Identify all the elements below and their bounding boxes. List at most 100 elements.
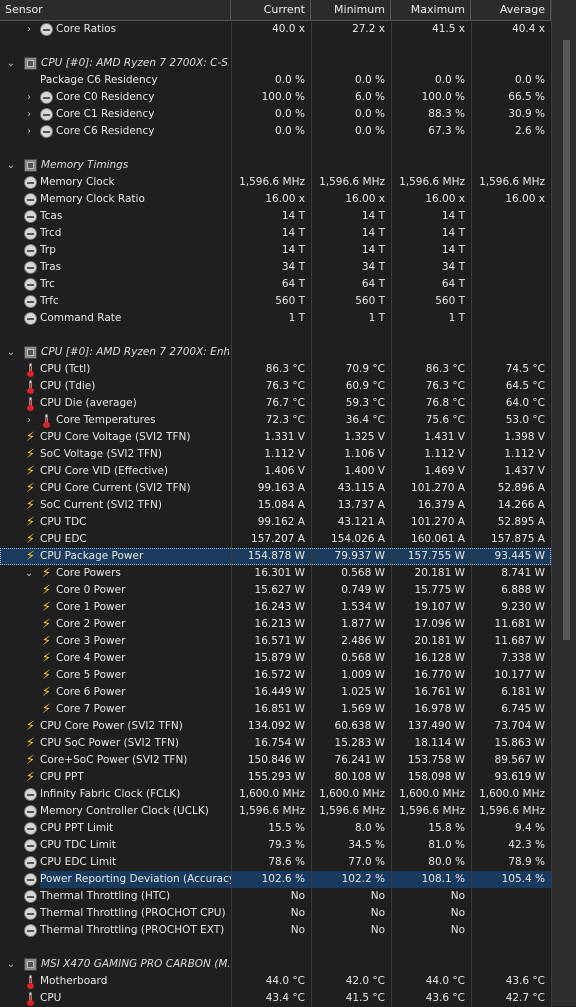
sensor-row[interactable]: Memory Controller Clock (UCLK) 1,596.6 MH…: [0, 803, 552, 820]
sensor-row[interactable]: › Core Ratios 40.0 x 27.2 x 41.5 x 40.4 x: [0, 21, 552, 38]
sensor-row[interactable]: Power Reporting Deviation (Accuracy) 102.…: [0, 871, 552, 888]
sensor-row[interactable]: ⚡ CPU Core Voltage (SVI2 TFN) 1.331 V 1.325…: [0, 429, 552, 446]
minimum-value: 1,596.6 MHz: [319, 805, 385, 817]
maximum-value: 160.061 A: [411, 533, 465, 545]
clock-icon: [40, 23, 53, 36]
expand-chevron-icon[interactable]: ›: [24, 89, 34, 106]
header-sensor[interactable]: Sensor: [0, 0, 231, 20]
sensor-row[interactable]: ⚡ CPU Core Power (SVI2 TFN) 134.092 W 60.63…: [0, 718, 552, 735]
sensor-row[interactable]: Command Rate 1 T 1 T 1 T: [0, 310, 552, 327]
minimum-value: 0.0 %: [354, 108, 385, 120]
average-value: 40.4 x: [512, 23, 545, 35]
header-current[interactable]: Current: [231, 0, 311, 20]
sensor-row[interactable]: Memory Clock 1,596.6 MHz 1,596.6 MHz 1,596.…: [0, 174, 552, 191]
sensor-row[interactable]: Memory Clock Ratio 16.00 x 16.00 x 16.00 x 1…: [0, 191, 552, 208]
sensor-row[interactable]: CPU EDC Limit 78.6 % 77.0 % 80.0 % 78.9 %: [0, 854, 552, 871]
sensor-row[interactable]: CPU TDC Limit 79.3 % 34.5 % 81.0 % 42.3 %: [0, 837, 552, 854]
sensor-row[interactable]: ⚡ Core 7 Power 16.851 W 1.569 W 16.978 W 6.74…: [0, 701, 552, 718]
sensor-row[interactable]: CPU 43.4 °C 41.5 °C 43.6 °C 42.7 °C: [0, 990, 552, 1007]
sensor-row[interactable]: ⚡ SoC Voltage (SVI2 TFN) 1.112 V 1.106 V 1.1…: [0, 446, 552, 463]
thermometer-icon: [27, 992, 34, 1006]
sensor-row[interactable]: CPU Die (average) 76.7 °C 59.3 °C 76.8 °C 64…: [0, 395, 552, 412]
column-divider: [391, 157, 392, 174]
sensor-row[interactable]: Motherboard 44.0 °C 42.0 °C 44.0 °C 43.6 °C: [0, 973, 552, 990]
expand-chevron-icon[interactable]: ›: [24, 123, 34, 140]
sensor-label: Tcas: [40, 210, 63, 222]
lightning-bolt-icon: ⚡: [41, 566, 52, 581]
sensor-row[interactable]: › Core C0 Residency 100.0 % 6.0 % 100.0 % 66.…: [0, 89, 552, 106]
collapse-chevron-icon[interactable]: ⌄: [6, 157, 16, 174]
sensor-row[interactable]: ⚡ Core 0 Power 15.627 W 0.749 W 15.775 W 6.88…: [0, 582, 552, 599]
sensor-row[interactable]: ⚡ SoC Current (SVI2 TFN) 15.084 A 13.737 A 1…: [0, 497, 552, 514]
collapse-chevron-icon[interactable]: ⌄: [24, 565, 34, 582]
header-average[interactable]: Average: [471, 0, 551, 20]
current-value: 16.301 W: [254, 567, 305, 579]
minimum-value: 59.3 °C: [345, 397, 385, 409]
sensor-row[interactable]: ⚡ Core 1 Power 16.243 W 1.534 W 19.107 W 9.23…: [0, 599, 552, 616]
sensor-row[interactable]: ⚡ Core 3 Power 16.571 W 2.486 W 20.181 W 11.6…: [0, 633, 552, 650]
maximum-value: 153.758 W: [407, 754, 465, 766]
sensor-row[interactable]: CPU (Tctl) 86.3 °C 70.9 °C 86.3 °C 74.5 °C: [0, 361, 552, 378]
average-value: 52.896 A: [497, 482, 545, 494]
average-value: 10.177 W: [494, 669, 545, 681]
sensor-row[interactable]: › Core Temperatures 72.3 °C 36.4 °C 75.6 °C 5…: [0, 412, 552, 429]
average-value: [472, 310, 551, 327]
sensor-row[interactable]: CPU (Tdie) 76.3 °C 60.9 °C 76.3 °C 64.5 °C: [0, 378, 552, 395]
sensor-row[interactable]: Package C6 Residency 0.0 % 0.0 % 0.0 % 0.0 %: [0, 72, 552, 89]
sensor-row[interactable]: Infinity Fabric Clock (FCLK) 1,600.0 MHz 1…: [0, 786, 552, 803]
scrollbar-thumb[interactable]: [563, 40, 570, 640]
sensor-row[interactable]: ⚡ CPU Package Power 154.878 W 79.937 W 157.7…: [0, 548, 552, 565]
sensor-row[interactable]: › Core C6 Residency 0.0 % 0.0 % 67.3 % 2.6 %: [0, 123, 552, 140]
current-value: 14 T: [281, 210, 305, 222]
group-row[interactable]: ⌄ MSI X470 GAMING PRO CARBON (M...: [0, 956, 552, 973]
group-row[interactable]: ⌄ Memory Timings: [0, 157, 552, 174]
collapse-chevron-icon[interactable]: ⌄: [6, 55, 16, 72]
sensor-row[interactable]: CPU PPT Limit 15.5 % 8.0 % 15.8 % 9.4 %: [0, 820, 552, 837]
sensor-row[interactable]: ⚡ Core 2 Power 16.213 W 1.877 W 17.096 W 11.6…: [0, 616, 552, 633]
sensor-row[interactable]: ⚡ CPU EDC 157.207 A 154.026 A 160.061 A 157.8…: [0, 531, 552, 548]
maximum-value: 560 T: [435, 295, 465, 307]
expand-chevron-icon[interactable]: ›: [24, 412, 34, 429]
sensor-row[interactable]: ⚡ Core 5 Power 16.572 W 1.009 W 16.770 W 10.1…: [0, 667, 552, 684]
average-value: 1.398 V: [504, 431, 545, 443]
sensor-row[interactable]: ⚡ CPU TDC 99.162 A 43.121 A 101.270 A 52.895 …: [0, 514, 552, 531]
expand-chevron-icon[interactable]: ›: [24, 106, 34, 123]
sensor-row[interactable]: Tcas 14 T 14 T 14 T: [0, 208, 552, 225]
maximum-value: 15.8 %: [428, 822, 465, 834]
collapse-chevron-icon[interactable]: ⌄: [6, 956, 16, 973]
sensor-row[interactable]: ⚡ Core 4 Power 15.879 W 0.568 W 16.128 W 7.33…: [0, 650, 552, 667]
sensor-row[interactable]: ⚡ CPU PPT 155.293 W 80.108 W 158.098 W 93.619…: [0, 769, 552, 786]
column-divider: [471, 140, 472, 157]
group-row[interactable]: ⌄ CPU [#0]: AMD Ryzen 7 2700X: Enh...: [0, 344, 552, 361]
sensor-row[interactable]: ⚡ Core+SoC Power (SVI2 TFN) 150.846 W 76.24…: [0, 752, 552, 769]
sensor-row[interactable]: ⚡ Core 6 Power 16.449 W 1.025 W 16.761 W 6.18…: [0, 684, 552, 701]
sensor-row[interactable]: Tras 34 T 34 T 34 T: [0, 259, 552, 276]
collapse-chevron-icon[interactable]: ⌄: [6, 344, 16, 361]
clock-icon: [24, 873, 37, 886]
sensor-row[interactable]: ⚡ CPU Core VID (Effective) 1.406 V 1.400 V 1…: [0, 463, 552, 480]
header-minimum[interactable]: Minimum: [311, 0, 391, 20]
column-divider: [471, 157, 472, 174]
expand-chevron-icon[interactable]: ›: [24, 21, 34, 38]
group-row[interactable]: ⌄ CPU [#0]: AMD Ryzen 7 2700X: C-S...: [0, 55, 552, 72]
minimum-value: 1.009 W: [341, 669, 385, 681]
sensor-row[interactable]: Trp 14 T 14 T 14 T: [0, 242, 552, 259]
sensor-label: Core 2 Power: [56, 618, 126, 630]
maximum-value: 16.128 W: [414, 652, 465, 664]
sensor-row[interactable]: ⌄ ⚡ Core Powers 16.301 W 0.568 W 20.181 W 8.74…: [0, 565, 552, 582]
sensor-row[interactable]: Trfc 560 T 560 T 560 T: [0, 293, 552, 310]
sensor-row[interactable]: Thermal Throttling (PROCHOT CPU) No No No: [0, 905, 552, 922]
maximum-value: 80.0 %: [428, 856, 465, 868]
lightning-bolt-icon: ⚡: [25, 447, 36, 462]
maximum-value: No: [450, 907, 465, 919]
sensor-row[interactable]: Trcd 14 T 14 T 14 T: [0, 225, 552, 242]
sensor-row[interactable]: Trc 64 T 64 T 64 T: [0, 276, 552, 293]
sensor-row[interactable]: Thermal Throttling (PROCHOT EXT) No No No: [0, 922, 552, 939]
sensor-row[interactable]: › Core C1 Residency 0.0 % 0.0 % 88.3 % 30.9 %: [0, 106, 552, 123]
sensor-row[interactable]: ⚡ CPU Core Current (SVI2 TFN) 99.163 A 43.1…: [0, 480, 552, 497]
sensor-row[interactable]: ⚡ CPU SoC Power (SVI2 TFN) 16.754 W 15.283 …: [0, 735, 552, 752]
header-maximum[interactable]: Maximum: [391, 0, 471, 20]
maximum-value: No: [450, 924, 465, 936]
current-value: 76.3 °C: [265, 380, 305, 392]
sensor-row[interactable]: Thermal Throttling (HTC) No No No: [0, 888, 552, 905]
